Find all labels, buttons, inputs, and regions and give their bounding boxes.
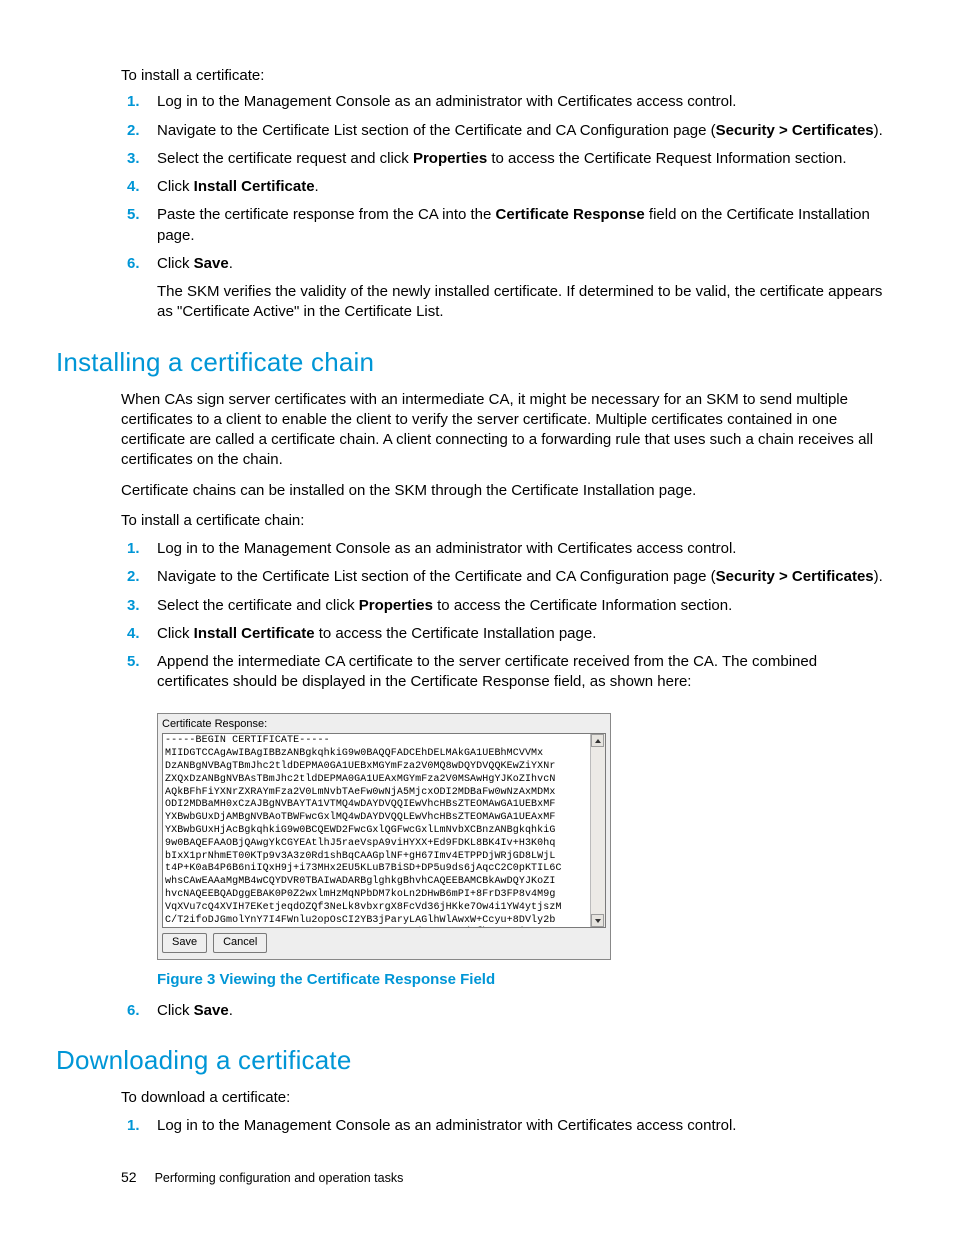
step-text-tail: . bbox=[229, 1002, 233, 1019]
scroll-up-button[interactable] bbox=[591, 734, 604, 747]
step-text: Select the certificate request and click bbox=[157, 150, 413, 167]
button-row: Save Cancel bbox=[162, 933, 606, 953]
step-6: Click Save. The SKM verifies the validit… bbox=[121, 254, 884, 323]
cstep-5: Append the intermediate CA certificate t… bbox=[121, 652, 884, 990]
cstep-3: Select the certificate and click Propert… bbox=[121, 596, 884, 616]
ui-path: Security > Certificates bbox=[716, 568, 874, 585]
figure-3: Certificate Response: -----BEGIN CERTIFI… bbox=[157, 713, 884, 991]
step-2: Navigate to the Certificate List section… bbox=[121, 121, 884, 141]
step-text: Paste the certificate response from the … bbox=[157, 206, 496, 223]
ui-label: Save bbox=[194, 255, 229, 272]
install-cert-section: To install a certificate: Log in to the … bbox=[121, 66, 884, 323]
step-text-tail: . bbox=[229, 255, 233, 272]
figure-caption: Figure 3 Viewing the Certificate Respons… bbox=[157, 970, 884, 990]
step-4: Click Install Certificate. bbox=[121, 177, 884, 197]
cert-response-textarea[interactable]: -----BEGIN CERTIFICATE----- MIIDGTCCAgAw… bbox=[162, 733, 606, 928]
chevron-up-icon bbox=[595, 739, 601, 743]
heading-install-chain: Installing a certificate chain bbox=[56, 345, 884, 380]
cstep-6: Click Save. bbox=[121, 1001, 884, 1021]
download-section: To download a certificate: Log in to the… bbox=[121, 1088, 884, 1137]
cert-response-label: Certificate Response: bbox=[162, 717, 606, 732]
step-text-tail: to access the Certificate Information se… bbox=[433, 597, 732, 614]
step-text: Click bbox=[157, 1002, 194, 1019]
download-steps: Log in to the Management Console as an a… bbox=[121, 1116, 884, 1136]
cert-response-panel: Certificate Response: -----BEGIN CERTIFI… bbox=[157, 713, 611, 961]
step-text: Select the certificate and click bbox=[157, 597, 359, 614]
step-text-tail: ). bbox=[874, 568, 883, 585]
chain-steps: Log in to the Management Console as an a… bbox=[121, 539, 884, 1021]
step-text: Navigate to the Certificate List section… bbox=[157, 122, 716, 139]
step-text: Navigate to the Certificate List section… bbox=[157, 568, 716, 585]
step-text: Log in to the Management Console as an a… bbox=[157, 1117, 736, 1134]
download-intro: To download a certificate: bbox=[121, 1088, 884, 1108]
step-text-tail: to access the Certificate Request Inform… bbox=[487, 150, 846, 167]
step-text: Click bbox=[157, 625, 194, 642]
step-1: Log in to the Management Console as an a… bbox=[121, 92, 884, 112]
step-text: Click bbox=[157, 178, 194, 195]
cancel-button[interactable]: Cancel bbox=[213, 933, 267, 953]
step-text-tail: . bbox=[315, 178, 319, 195]
step-text: Log in to the Management Console as an a… bbox=[157, 540, 736, 557]
cert-pem-text: -----BEGIN CERTIFICATE----- MIIDGTCCAgAw… bbox=[163, 734, 605, 927]
chain-p1: When CAs sign server certificates with a… bbox=[121, 390, 884, 471]
page-number: 52 bbox=[121, 1168, 137, 1187]
install-steps: Log in to the Management Console as an a… bbox=[121, 92, 884, 322]
step-6-note: The SKM verifies the validity of the new… bbox=[157, 282, 884, 323]
chevron-down-icon bbox=[595, 919, 601, 923]
ui-path: Security > Certificates bbox=[716, 122, 874, 139]
ui-label: Properties bbox=[413, 150, 487, 167]
step-text-tail: ). bbox=[874, 122, 883, 139]
cstep-1: Log in to the Management Console as an a… bbox=[121, 539, 884, 559]
step-3: Select the certificate request and click… bbox=[121, 149, 884, 169]
scrollbar[interactable] bbox=[590, 734, 605, 927]
chain-p3: To install a certificate chain: bbox=[121, 511, 884, 531]
scroll-down-button[interactable] bbox=[591, 914, 604, 927]
save-button[interactable]: Save bbox=[162, 933, 207, 953]
page: To install a certificate: Log in to the … bbox=[0, 0, 954, 1235]
chain-section: When CAs sign server certificates with a… bbox=[121, 390, 884, 1021]
cstep-4: Click Install Certificate to access the … bbox=[121, 624, 884, 644]
chain-p2: Certificate chains can be installed on t… bbox=[121, 481, 884, 501]
intro-text: To install a certificate: bbox=[121, 66, 884, 86]
page-footer: 52 Performing configuration and operatio… bbox=[56, 1168, 403, 1187]
footer-text: Performing configuration and operation t… bbox=[155, 1170, 404, 1187]
cstep-2: Navigate to the Certificate List section… bbox=[121, 567, 884, 587]
ui-label: Install Certificate bbox=[194, 178, 315, 195]
step-text: Log in to the Management Console as an a… bbox=[157, 93, 736, 110]
dstep-1: Log in to the Management Console as an a… bbox=[121, 1116, 884, 1136]
step-text: Click bbox=[157, 255, 194, 272]
step-text: Append the intermediate CA certificate t… bbox=[157, 653, 817, 690]
step-5: Paste the certificate response from the … bbox=[121, 205, 884, 246]
ui-label: Properties bbox=[359, 597, 433, 614]
ui-label: Save bbox=[194, 1002, 229, 1019]
ui-label: Install Certificate bbox=[194, 625, 315, 642]
heading-download-cert: Downloading a certificate bbox=[56, 1043, 884, 1078]
ui-label: Certificate Response bbox=[496, 206, 645, 223]
step-text-tail: to access the Certificate Installation p… bbox=[315, 625, 597, 642]
